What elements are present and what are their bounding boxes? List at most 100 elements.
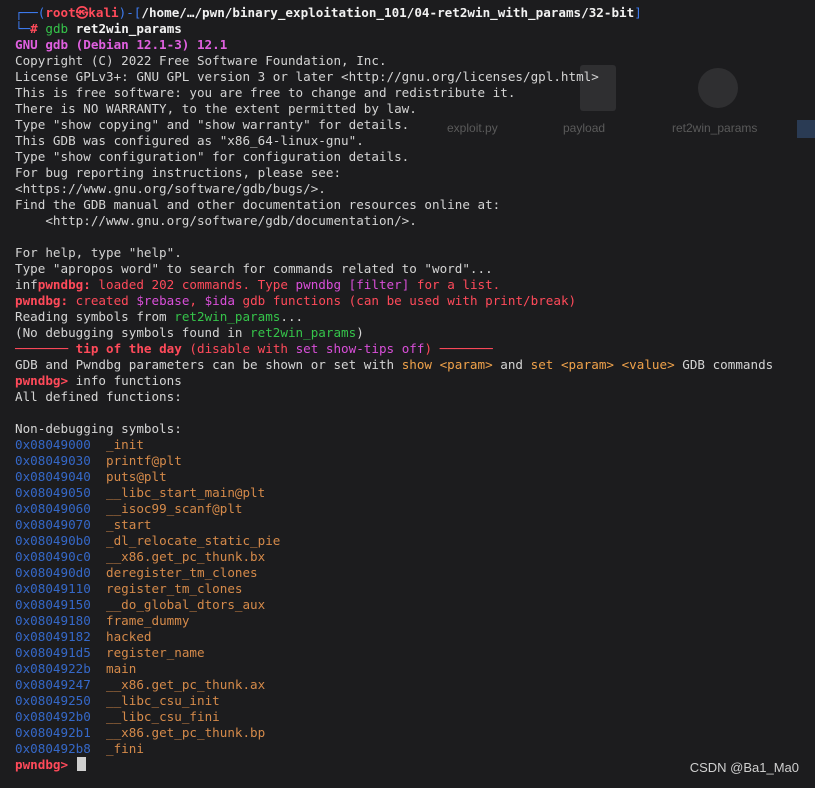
function-name: printf@plt <box>106 453 182 468</box>
function-row: 0x0804922b main <box>15 661 136 677</box>
function-address: 0x080492b8 <box>15 741 91 756</box>
function-name: __x86.get_pc_thunk.bp <box>106 725 266 740</box>
function-address: 0x08049070 <box>15 517 91 532</box>
function-name: register_tm_clones <box>106 581 243 596</box>
function-name: main <box>106 661 137 676</box>
function-name: _dl_relocate_static_pie <box>106 533 281 548</box>
function-address: 0x080490d0 <box>15 565 91 580</box>
watermark: CSDN @Ba1_Ma0 <box>689 760 799 775</box>
prompt-user: root <box>45 5 76 20</box>
intro-line: For help, type "help". <box>15 245 182 260</box>
scrollbar[interactable] <box>797 120 815 138</box>
function-address: 0x08049000 <box>15 437 91 452</box>
function-address: 0x080490b0 <box>15 533 91 548</box>
non-debugging-heading: Non-debugging symbols: <box>15 421 182 436</box>
function-address: 0x08049150 <box>15 597 91 612</box>
function-address: 0x08049060 <box>15 501 91 516</box>
gear-file-icon <box>698 68 738 108</box>
info-functions-command: pwndbg> info functions <box>15 373 182 388</box>
final-prompt-line[interactable]: pwndbg> <box>15 757 86 773</box>
function-address: 0x08049110 <box>15 581 91 596</box>
function-name: __libc_csu_fini <box>106 709 220 724</box>
function-row: 0x080490b0 _dl_relocate_static_pie <box>15 533 280 549</box>
function-row: 0x080491d5 register_name <box>15 645 205 661</box>
function-address: 0x08049247 <box>15 677 91 692</box>
function-row: 0x08049150 __do_global_dtors_aux <box>15 597 265 613</box>
function-row: 0x080492b1 __x86.get_pc_thunk.bp <box>15 725 265 741</box>
background-file-exploit: exploit.py <box>447 121 498 135</box>
gdb-version: GNU gdb (Debian 12.1-3) 12.1 <box>15 37 228 52</box>
intro-line: Find the GDB manual and other documentat… <box>15 197 501 212</box>
prompt-host: kali <box>88 5 119 20</box>
background-file-payload: payload <box>563 121 606 135</box>
function-row: 0x08049030 printf@plt <box>15 453 182 469</box>
skull-icon: ㉿ <box>75 5 89 20</box>
function-name: deregister_tm_clones <box>106 565 258 580</box>
function-name: __libc_start_main@plt <box>106 485 266 500</box>
no-debug-line: (No debugging symbols found in ret2win_p… <box>15 325 364 340</box>
function-row: 0x080490c0 __x86.get_pc_thunk.bx <box>15 549 265 565</box>
function-name: __x86.get_pc_thunk.ax <box>106 677 266 692</box>
function-row: 0x08049182 hacked <box>15 629 152 645</box>
pwndbg-loaded-line: infpwndbg: loaded 202 commands. Type pwn… <box>15 277 501 292</box>
function-row: 0x08049050 __libc_start_main@plt <box>15 485 265 501</box>
function-address: 0x08049050 <box>15 485 91 500</box>
intro-line: <http://www.gnu.org/software/gdb/documen… <box>15 213 417 228</box>
function-name: __isoc99_scanf@plt <box>106 501 243 516</box>
function-name: register_name <box>106 645 205 660</box>
intro-line: Type "apropos word" to search for comman… <box>15 261 493 276</box>
intro-line: There is NO WARRANTY, to the extent perm… <box>15 101 417 116</box>
function-row: 0x08049250 __libc_csu_init <box>15 693 220 709</box>
tip-header-line: ─────── tip of the day (disable with set… <box>15 341 493 356</box>
function-row: 0x080492b0 __libc_csu_fini <box>15 709 220 725</box>
function-address: 0x08049182 <box>15 629 91 644</box>
function-address: 0x080492b0 <box>15 709 91 724</box>
final-prompt: pwndbg> <box>15 757 69 772</box>
pwndbg-created-line: pwndbg: created $rebase, $ida gdb functi… <box>15 293 577 308</box>
function-name: __libc_csu_init <box>106 693 220 708</box>
intro-line: License GPLv3+: GNU GPL version 3 or lat… <box>15 69 599 84</box>
function-row: 0x08049060 __isoc99_scanf@plt <box>15 501 242 517</box>
intro-line: This GDB was configured as "x86_64-linux… <box>15 133 364 148</box>
function-address: 0x08049180 <box>15 613 91 628</box>
reading-symbols-line: Reading symbols from ret2win_params... <box>15 309 304 324</box>
function-address: 0x08049030 <box>15 453 91 468</box>
function-name: _fini <box>106 741 144 756</box>
shell-command-line: └─# gdb ret2win_params <box>15 21 182 36</box>
function-row: 0x08049000 _init <box>15 437 144 453</box>
terminal-window[interactable]: exploit.py payload ret2win_params ┌──(ro… <box>0 0 815 785</box>
function-name: frame_dummy <box>106 613 190 628</box>
command-arg: ret2win_params <box>75 21 182 36</box>
function-row: 0x08049070 _start <box>15 517 152 533</box>
intro-line: This is free software: you are free to c… <box>15 85 516 100</box>
function-address: 0x080491d5 <box>15 645 91 660</box>
function-address: 0x0804922b <box>15 661 91 676</box>
function-address: 0x080492b1 <box>15 725 91 740</box>
intro-line: Copyright (C) 2022 Free Software Foundat… <box>15 53 387 68</box>
intro-line: For bug reporting instructions, please s… <box>15 165 342 180</box>
function-name: hacked <box>106 629 152 644</box>
function-address: 0x08049250 <box>15 693 91 708</box>
function-address: 0x08049040 <box>15 469 91 484</box>
function-name: _init <box>106 437 144 452</box>
function-name: __x86.get_pc_thunk.bx <box>106 549 266 564</box>
function-name: puts@plt <box>106 469 167 484</box>
background-file-ret2win: ret2win_params <box>672 121 758 135</box>
intro-line: Type "show configuration" for configurat… <box>15 149 410 164</box>
tip-body-line: GDB and Pwndbg parameters can be shown o… <box>15 357 774 372</box>
function-row: 0x08049110 register_tm_clones <box>15 581 242 597</box>
text-cursor <box>76 757 86 771</box>
function-row: 0x08049180 frame_dummy <box>15 613 189 629</box>
function-row: 0x08049247 __x86.get_pc_thunk.ax <box>15 677 265 693</box>
prompt-path: /home/…/pwn/binary_exploitation_101/04-r… <box>141 5 635 20</box>
function-address: 0x080490c0 <box>15 549 91 564</box>
shell-prompt-line: ┌──(root㉿kali)-[/home/…/pwn/binary_explo… <box>15 5 642 20</box>
function-row: 0x08049040 puts@plt <box>15 469 167 485</box>
function-row: 0x080490d0 deregister_tm_clones <box>15 565 258 581</box>
intro-line: <https://www.gnu.org/software/gdb/bugs/>… <box>15 181 326 196</box>
command-gdb: gdb <box>45 21 69 36</box>
intro-line: Type "show copying" and "show warranty" … <box>15 117 410 132</box>
all-defined-heading: All defined functions: <box>15 389 182 404</box>
function-name: _start <box>106 517 152 532</box>
function-row: 0x080492b8 _fini <box>15 741 144 757</box>
